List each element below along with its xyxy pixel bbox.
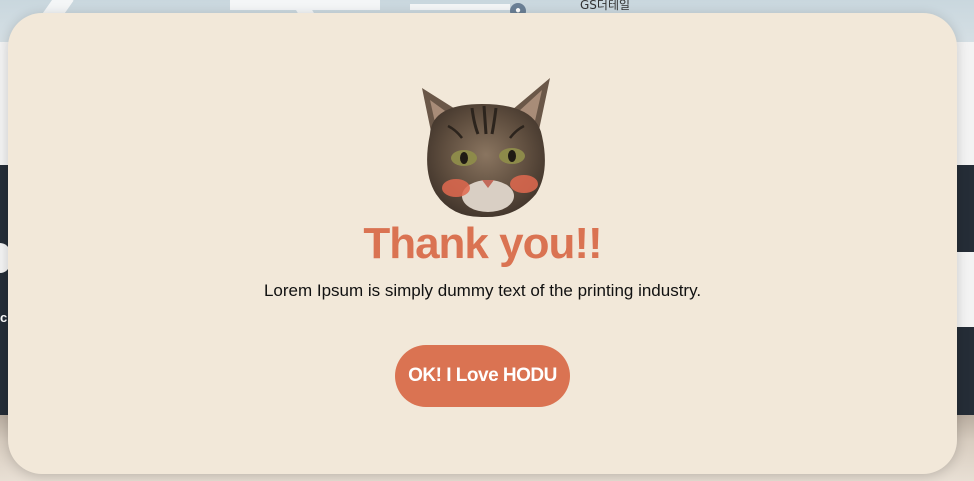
cat-face-icon <box>422 78 550 218</box>
thank-you-modal: Thank you!! Lorem Ipsum is simply dummy … <box>8 13 957 474</box>
modal-description: Lorem Ipsum is simply dummy text of the … <box>263 281 702 300</box>
ok-button[interactable]: OK! I Love HODU <box>395 345 570 407</box>
map-label: GS더테일 <box>580 0 631 12</box>
modal-title: Thank you!! <box>363 219 602 268</box>
map-road <box>410 4 510 10</box>
background-text: c <box>0 310 8 325</box>
